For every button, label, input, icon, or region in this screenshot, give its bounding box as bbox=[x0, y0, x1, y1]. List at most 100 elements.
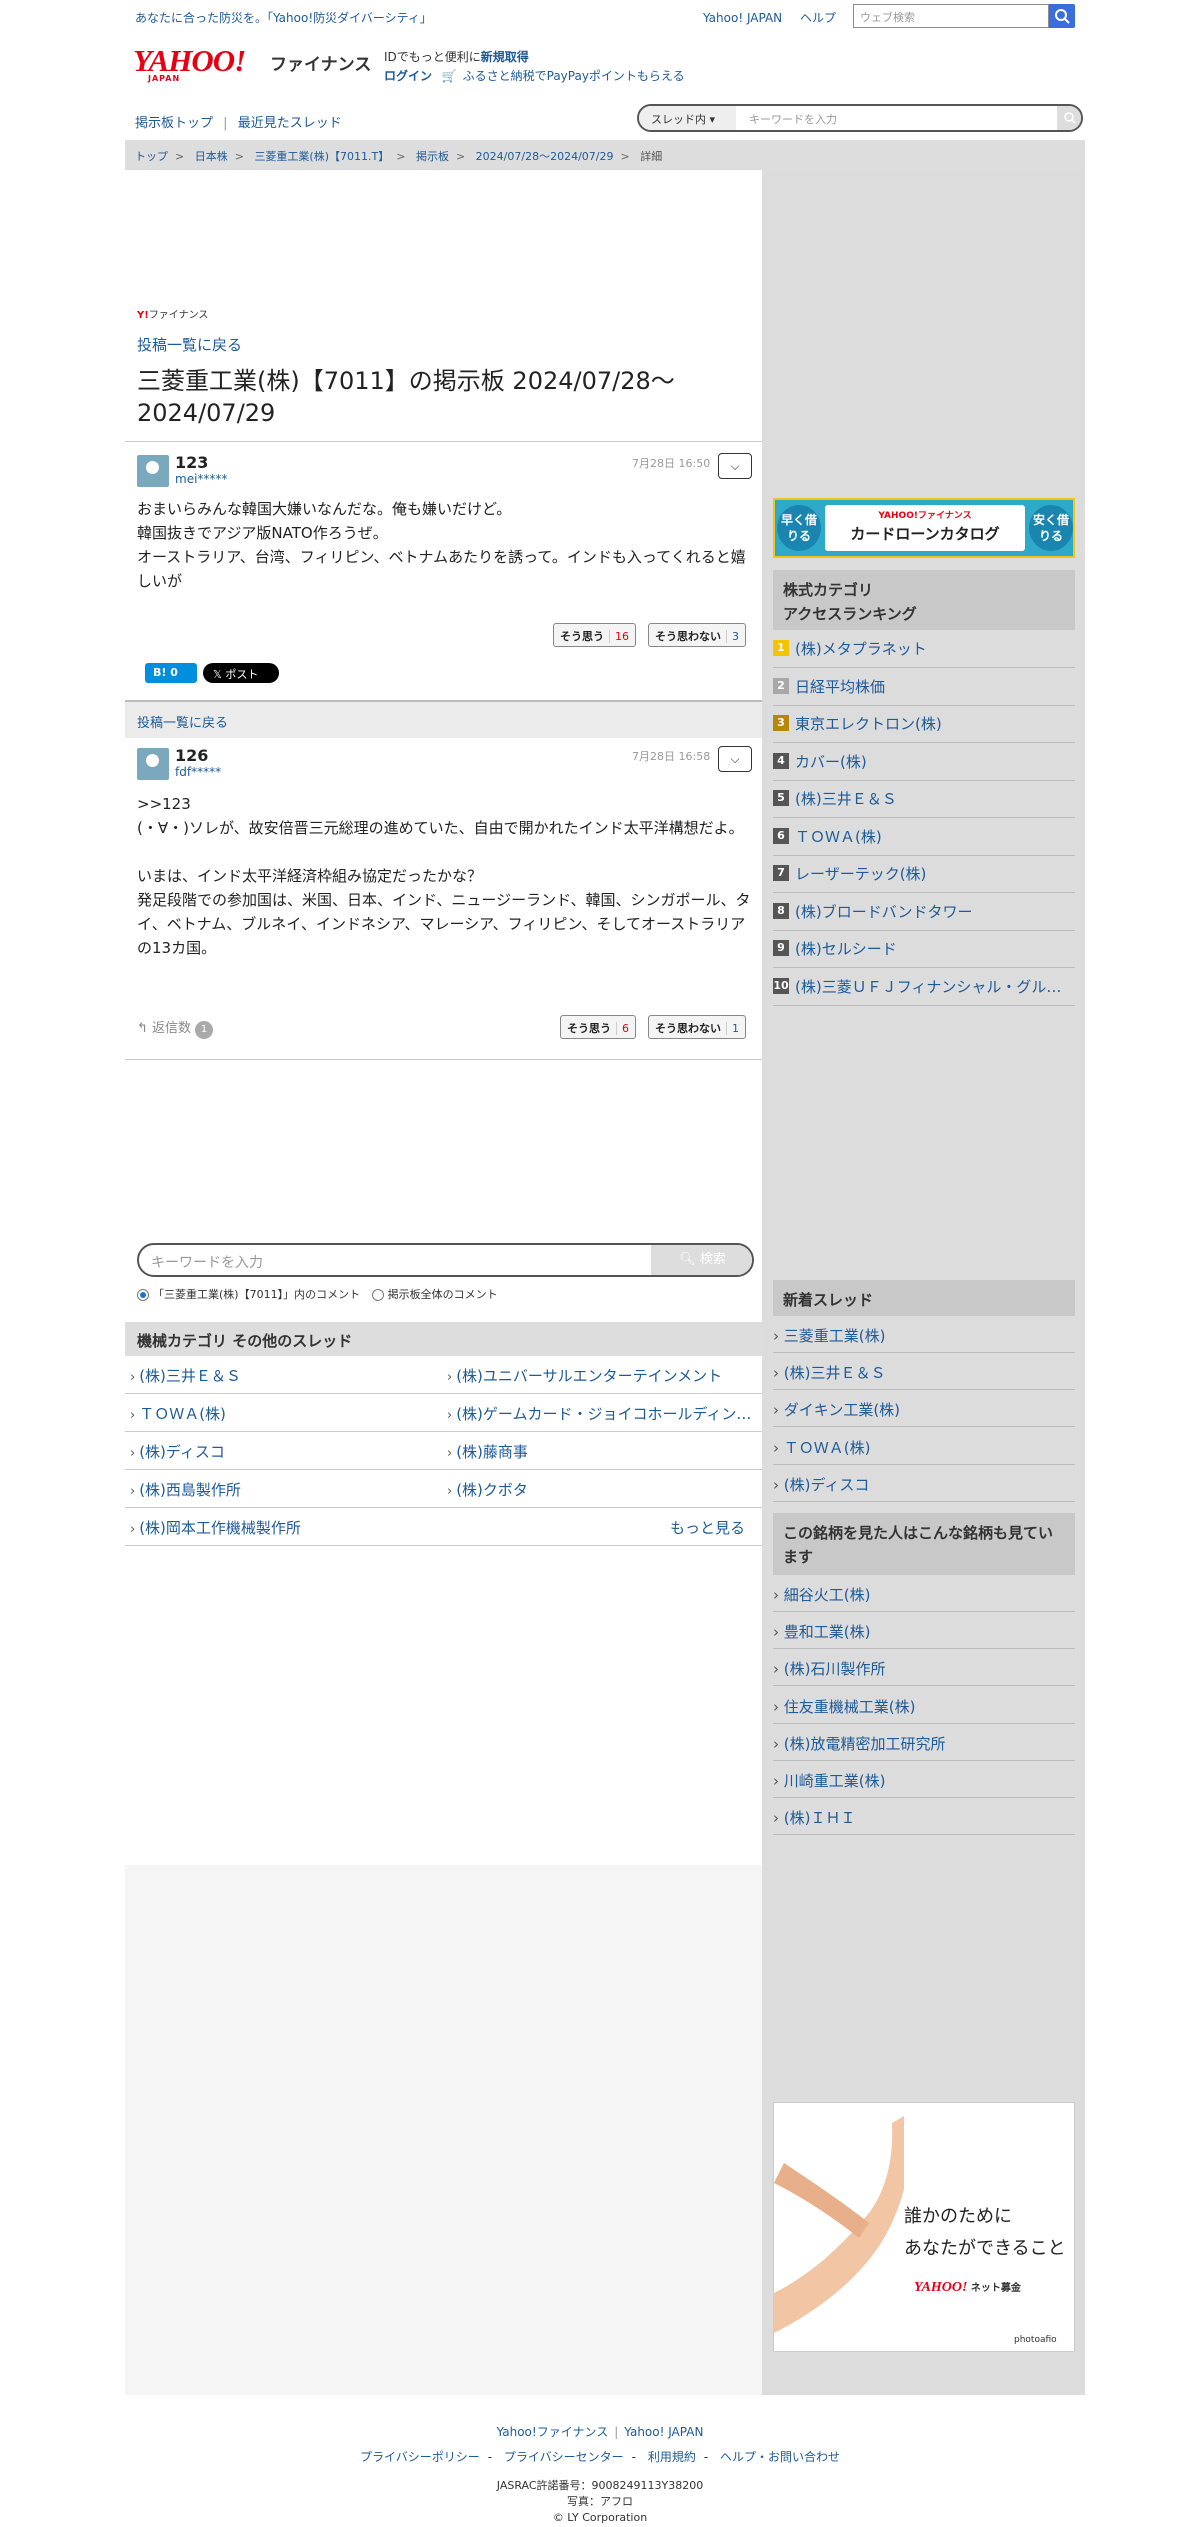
privacy-center-link[interactable]: プライバシーセンター bbox=[504, 2450, 624, 2464]
rank-badge: 8 bbox=[773, 902, 789, 919]
reply-count-link[interactable]: ↰ 返信数 1 bbox=[137, 1017, 214, 1039]
yahoo-logo[interactable]: YAHOO! bbox=[133, 45, 246, 76]
crumb-top[interactable]: トップ bbox=[135, 150, 168, 163]
photo-credit: photoafio bbox=[1014, 2335, 1057, 2345]
finance-mini-logo: Y!ファイナンス bbox=[137, 310, 209, 321]
top-links: Yahoo! JAPAN ヘルプ bbox=[703, 9, 836, 26]
post-user[interactable]: mei***** bbox=[175, 472, 227, 486]
list-item-link[interactable]: (株)ディスコ bbox=[773, 1476, 869, 1494]
signup-link[interactable]: 新規取得 bbox=[481, 50, 529, 64]
crumb-board[interactable]: 掲示板 bbox=[416, 150, 449, 163]
terms-link[interactable]: 利用規約 bbox=[648, 2450, 696, 2464]
list-item: (株)ＩＨＩ bbox=[773, 1798, 1075, 1836]
ranking-item[interactable]: 4 カバー(株) bbox=[773, 743, 1075, 781]
comment-search-button[interactable]: 🔍︎ 検索 bbox=[651, 1245, 752, 1275]
post-user[interactable]: fdf***** bbox=[175, 765, 221, 779]
ranking-item-link[interactable]: 東京エレクトロン(株) bbox=[795, 713, 1073, 734]
footer-yj-link[interactable]: Yahoo! JAPAN bbox=[624, 2425, 703, 2439]
list-item-link[interactable]: (株)ＩＨＩ bbox=[773, 1809, 856, 1827]
table-row: ＴＯＷＡ(株) (株)ゲームカード・ジョイコホールディングス bbox=[125, 1394, 762, 1432]
rank-badge: 5 bbox=[773, 790, 789, 806]
more-link[interactable]: もっと見る bbox=[670, 1517, 745, 1538]
list-item-link[interactable]: 豊和工業(株) bbox=[773, 1623, 871, 1641]
ranking-item-link[interactable]: ＴＯＷＡ(株) bbox=[795, 826, 1073, 847]
list-item-link[interactable]: ダイキン工業(株) bbox=[773, 1401, 900, 1419]
donation-ad[interactable]: 誰かのために あなたができること YAHOO! ネット募金 photoafio bbox=[773, 2102, 1075, 2352]
reply-icon: ↰ bbox=[137, 1021, 148, 1036]
ranking-item[interactable]: 1 (株)メタプラネット bbox=[773, 630, 1075, 668]
avatar bbox=[137, 748, 169, 780]
agree-button[interactable]: そう思う 16 bbox=[553, 623, 636, 647]
list-item-link[interactable]: ＴＯＷＡ(株) bbox=[773, 1439, 871, 1457]
ranking-item[interactable]: 2 日経平均株価 bbox=[773, 668, 1075, 706]
list-item-link[interactable]: (株)放電精密加工研究所 bbox=[773, 1735, 946, 1753]
help-contact-link[interactable]: ヘルプ・お問い合わせ bbox=[720, 2450, 840, 2464]
disagree-button[interactable]: そう思わない 3 bbox=[648, 623, 746, 647]
ranking-item-link[interactable]: 日経平均株価 bbox=[795, 676, 1073, 697]
web-search-button[interactable] bbox=[1049, 4, 1075, 28]
thread-link[interactable]: (株)岡本工作機械製作所 bbox=[130, 1517, 430, 1538]
search-scope-select[interactable]: スレッド内 ▾ bbox=[639, 106, 736, 130]
list-item: (株)石川製作所 bbox=[773, 1649, 1075, 1687]
hatena-bookmark-button[interactable]: B! 0 bbox=[145, 663, 197, 683]
post-date: 7月28日 16:50 bbox=[632, 457, 711, 470]
furusato-link[interactable]: ふるさと納税でPayPayポイントもらえる bbox=[463, 69, 685, 83]
crumb-period[interactable]: 2024/07/28〜2024/07/29 bbox=[476, 150, 614, 163]
ranking-item-link[interactable]: (株)メタプラネット bbox=[795, 638, 1073, 659]
ranking-item[interactable]: 7 レーザーテック(株) bbox=[773, 855, 1075, 893]
crumb-current: 詳細 bbox=[640, 150, 663, 163]
thread-link[interactable]: (株)三井Ｅ＆Ｓ bbox=[130, 1365, 430, 1386]
ranking-item-link[interactable]: (株)セルシード bbox=[795, 938, 1073, 959]
back-to-list-link[interactable]: 投稿一覧に戻る bbox=[137, 334, 242, 355]
thread-link[interactable]: (株)ゲームカード・ジョイコホールディングス bbox=[447, 1403, 757, 1424]
yahoo-japan-link[interactable]: Yahoo! JAPAN bbox=[703, 11, 782, 25]
thread-link[interactable]: (株)藤商事 bbox=[447, 1441, 757, 1462]
list-item-link[interactable]: 三菱重工業(株) bbox=[773, 1327, 886, 1345]
back-to-list-link[interactable]: 投稿一覧に戻る bbox=[137, 716, 228, 731]
list-item-link[interactable]: (株)三井Ｅ＆Ｓ bbox=[773, 1364, 886, 1382]
list-item-link[interactable]: (株)石川製作所 bbox=[773, 1660, 886, 1678]
post-menu-button[interactable]: ⌵ bbox=[718, 453, 752, 479]
ranking-item-link[interactable]: (株)ブロードバンドタワー bbox=[795, 901, 1073, 922]
scope-radio-all[interactable] bbox=[371, 1289, 384, 1301]
recent-threads-link[interactable]: 最近見たスレッド bbox=[238, 116, 342, 131]
ranking-item[interactable]: 3 東京エレクトロン(株) bbox=[773, 705, 1075, 743]
disagree-button[interactable]: そう思わない 1 bbox=[648, 1015, 746, 1039]
ranking-item[interactable]: 8 (株)ブロードバンドタワー bbox=[773, 893, 1075, 931]
agree-button[interactable]: そう思う 6 bbox=[560, 1015, 636, 1039]
list-item-link[interactable]: 住友重機械工業(株) bbox=[773, 1698, 916, 1716]
ranking-item[interactable]: 9 (株)セルシード bbox=[773, 930, 1075, 968]
card-loan-ad[interactable]: 早く借りる YAHOO!ファイナンス カードローンカタログ 安く借りる bbox=[773, 498, 1075, 558]
list-item-link[interactable]: 川崎重工業(株) bbox=[773, 1772, 886, 1790]
ranking-item-link[interactable]: (株)三井Ｅ＆Ｓ bbox=[795, 788, 1073, 809]
ranking-item[interactable]: 6 ＴＯＷＡ(株) bbox=[773, 818, 1075, 856]
finance-title[interactable]: ファイナンス bbox=[270, 50, 371, 75]
list-item-link[interactable]: 細谷火工(株) bbox=[773, 1586, 871, 1604]
scope-radio-thread[interactable] bbox=[137, 1289, 149, 1301]
ranking-item[interactable]: 10 (株)三菱ＵＦＪフィナンシャル・グループ bbox=[773, 968, 1075, 1006]
comment-search-input[interactable]: キーワードを入力 bbox=[151, 1252, 263, 1272]
login-link[interactable]: ログイン bbox=[384, 69, 432, 83]
ranking-item-link[interactable]: レーザーテック(株) bbox=[795, 863, 1073, 884]
thread-search-button[interactable] bbox=[1057, 106, 1081, 130]
ranking-item[interactable]: 5 (株)三井Ｅ＆Ｓ bbox=[773, 780, 1075, 818]
web-search-input[interactable]: ウェブ検索 bbox=[853, 4, 1049, 28]
footer-finance-link[interactable]: Yahoo!ファイナンス bbox=[497, 2425, 609, 2439]
crumb-stock[interactable]: 三菱重工業(株)【7011.T】 bbox=[254, 150, 389, 163]
promo-link[interactable]: あなたに合った防災を。「Yahoo!防災ダイバーシティ」 bbox=[135, 9, 432, 26]
thread-link[interactable]: ＴＯＷＡ(株) bbox=[130, 1403, 430, 1424]
ranking-item-link[interactable]: カバー(株) bbox=[795, 751, 1073, 772]
x-post-button[interactable]: 𝕏 ポスト bbox=[203, 663, 279, 683]
crumb-japan-stock[interactable]: 日本株 bbox=[195, 150, 228, 163]
board-top-link[interactable]: 掲示板トップ bbox=[135, 116, 213, 131]
help-link[interactable]: ヘルプ bbox=[800, 11, 836, 25]
thread-link[interactable]: (株)西島製作所 bbox=[130, 1479, 430, 1500]
privacy-policy-link[interactable]: プライバシーポリシー bbox=[360, 2450, 480, 2464]
thread-link[interactable]: (株)クボタ bbox=[447, 1479, 757, 1500]
thread-link[interactable]: (株)ユニバーサルエンターテインメント bbox=[447, 1365, 757, 1386]
post-menu-button[interactable]: ⌵ bbox=[718, 746, 752, 772]
thread-search-input[interactable]: キーワードを入力 bbox=[749, 111, 837, 127]
list-item: 川崎重工業(株) bbox=[773, 1761, 1075, 1798]
thread-link[interactable]: (株)ディスコ bbox=[130, 1441, 430, 1462]
ranking-item-link[interactable]: (株)三菱ＵＦＪフィナンシャル・グループ bbox=[795, 976, 1073, 997]
